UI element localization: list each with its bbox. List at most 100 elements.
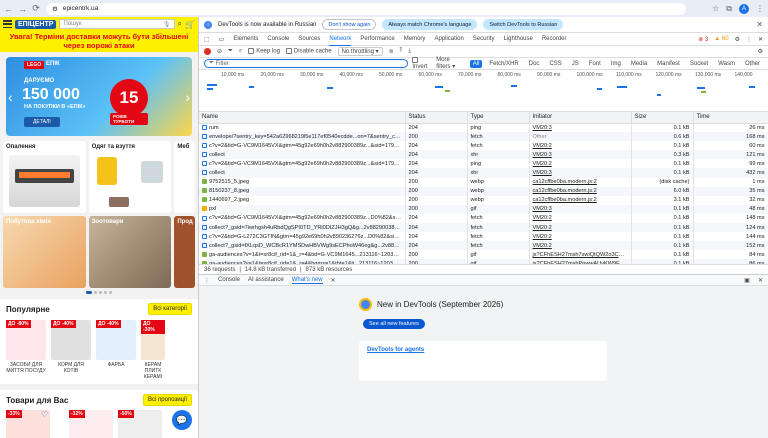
search-icon[interactable]: ⌕ — [178, 19, 182, 29]
table-row[interactable]: envelope/?sentry_key=542a62968219l5e117e… — [199, 132, 768, 142]
dont-show-again-button[interactable]: Don't show again — [322, 19, 377, 30]
request-initiator[interactable]: VM20:2 — [529, 159, 632, 169]
feature-card-link[interactable]: DevTools for agents — [359, 341, 607, 381]
product-card[interactable]: ДО -40% ФАРБА — [96, 320, 136, 380]
table-row[interactable]: 1440697_2.jpeg 200 webp ca12cffbe0ba.modern… — [199, 195, 768, 205]
type-filter-other[interactable]: Other — [742, 60, 763, 68]
tab-recorder[interactable]: Recorder — [542, 36, 567, 42]
type-filter-socket[interactable]: Socket — [687, 60, 711, 68]
site-logo[interactable]: ЕПІЦЕНТР — [15, 19, 57, 29]
record-icon[interactable] — [204, 48, 211, 55]
offer-card[interactable]: -32% — [69, 410, 113, 438]
category-heating[interactable]: Опалення — [3, 141, 86, 213]
tab-memory[interactable]: Memory — [404, 36, 426, 42]
request-initiator[interactable]: js?CFhESH27msh7swiQtQW2o3CZVFudO4i — [529, 250, 632, 260]
request-name[interactable]: 1440697_2.jpeg — [199, 195, 406, 205]
request-name[interactable]: c?v=2&tid=G-VC9M1645VX&gtm=45g92e69h0h2v… — [199, 141, 406, 151]
request-initiator[interactable]: ca12cffbe0ba.modern.js:2 — [529, 195, 632, 205]
request-initiator[interactable]: VM20:2 — [529, 223, 632, 233]
clear-icon[interactable]: ⊘ — [217, 48, 222, 55]
address-bar[interactable]: ⚙ epicentrk.ua — [46, 2, 686, 15]
request-name[interactable]: 8150237_8.jpeg — [199, 186, 406, 196]
forward-icon[interactable]: → — [18, 4, 27, 14]
table-row[interactable]: pxl 200 gif VM20:3 0.1 kB 48 ms — [199, 204, 768, 214]
request-name[interactable]: rum — [199, 123, 406, 133]
column-status[interactable]: Status — [405, 112, 468, 124]
column-name[interactable]: Name — [199, 112, 406, 124]
invert-checkbox[interactable]: Invert — [412, 57, 432, 70]
tab-sources[interactable]: Sources — [298, 36, 320, 42]
error-count[interactable]: ⊗ 3 — [698, 36, 708, 43]
back-icon[interactable]: ← — [4, 4, 13, 14]
table-row[interactable]: c?v=2&tid=G-VC9M1645VX&gtm=45g92e69h0h2v… — [199, 213, 768, 224]
request-name[interactable]: collect?_gsid=7iwrhgsh4uRbdQgSPI0TD_YRl0… — [199, 223, 406, 233]
tab-performance[interactable]: Performance — [360, 36, 394, 42]
close-icon[interactable]: ✕ — [758, 277, 763, 284]
column-size[interactable]: Size — [631, 112, 694, 124]
wifi-icon[interactable]: ≋ — [389, 48, 394, 55]
search-icon[interactable]: ⌕ — [239, 48, 242, 55]
drawer-menu-icon[interactable]: ⋮ — [204, 277, 210, 284]
bookmark-star-icon[interactable]: ☆ — [712, 4, 719, 13]
type-filter-font[interactable]: Font — [586, 60, 604, 68]
request-name[interactable]: collect — [199, 150, 406, 160]
heart-icon[interactable]: ♡ — [41, 410, 48, 419]
more-options-icon[interactable]: ⋮ — [746, 36, 752, 43]
category-furniture[interactable]: Меб — [174, 141, 196, 213]
type-filter-css[interactable]: CSS — [546, 60, 564, 68]
request-initiator[interactable]: VM20:2 — [529, 232, 632, 242]
request-name[interactable]: collect?_gsid=fXLqsD_WCBcR1YMSDwHBVWg9sE… — [199, 241, 406, 251]
promo-banner[interactable]: LEGO ЕПІК ДАРУЄМО 150 000 НА ПОКУПКИ В «… — [6, 57, 192, 136]
request-initiator[interactable]: VM20:2 — [529, 141, 632, 151]
table-row[interactable]: c?v=2&tid=G-VC9M1645VX&gtm=45g92e69h0h2v… — [199, 159, 768, 169]
all-offers-button[interactable]: Всі пропозиції — [143, 394, 192, 406]
device-toggle-icon[interactable]: ▭ — [219, 36, 225, 43]
request-name[interactable]: pxl — [199, 204, 406, 214]
request-initiator[interactable]: VM20:3 — [529, 123, 632, 133]
drawer-tab-whats-new[interactable]: What's new — [291, 277, 323, 284]
table-row[interactable]: rum 204 ping VM20:3 0.1 kB 26 ms — [199, 123, 768, 133]
tab-application[interactable]: Application — [434, 36, 463, 42]
request-name[interactable]: c?v=2&tid=G-VC9M1645VX&gtm=45g92e69h0h2v… — [199, 213, 406, 224]
request-name[interactable]: collect — [199, 168, 406, 178]
settings-icon[interactable]: ⚙ — [758, 48, 763, 55]
table-row[interactable]: c?v=2&tid=G-VC9M1645VX&gtm=45g92e69h0h2v… — [199, 141, 768, 151]
cart-icon[interactable]: 🛒 — [185, 20, 195, 29]
table-row[interactable]: ga-audiences?v=1&t=sr8cif_rid=1&_r=4&tid… — [199, 250, 768, 260]
type-filter-media[interactable]: Media — [628, 60, 650, 68]
table-row[interactable]: 9752515_5.jpeg 200 webp ca12cffbe0ba.modern… — [199, 177, 768, 187]
filter-input[interactable]: ⏷ Filter — [204, 59, 409, 68]
product-card[interactable]: ДО -40% КОРМ ДЛЯ КОТІВ — [51, 320, 91, 380]
table-row[interactable]: 8150237_8.jpeg 200 webp ca12cffbe0ba.modern… — [199, 186, 768, 196]
request-initiator[interactable]: ca12cffbe0ba.modern.js:2 — [529, 186, 632, 196]
menu-icon[interactable]: ⋮ — [756, 4, 764, 13]
column-initiator[interactable]: Initiator — [529, 112, 632, 124]
site-info-icon[interactable]: ⚙ — [52, 5, 58, 13]
extensions-icon[interactable]: ⧉ — [726, 4, 732, 14]
type-filter-all[interactable]: All — [469, 59, 483, 68]
switch-language-button[interactable]: Switch DevTools to Russian — [483, 19, 564, 30]
request-name[interactable]: c?v=2&tid=G-L272C3GTIN&gtm=45g92e69h0h2v… — [199, 232, 406, 242]
warning-count[interactable]: ▲ 60 — [714, 36, 728, 42]
request-initiator[interactable]: VM20:3 — [529, 204, 632, 214]
column-type[interactable]: Type — [467, 112, 530, 124]
request-initiator[interactable]: VM20:3 — [529, 150, 632, 160]
filter-icon[interactable]: ⏷ — [228, 48, 233, 55]
drawer-tab-console[interactable]: Console — [218, 277, 240, 283]
settings-icon[interactable]: ⚙ — [735, 36, 740, 43]
product-card[interactable]: ДО -30% КЕРАМ ПЛИТК КЕРАМІ — [141, 320, 165, 380]
avatar[interactable]: A — [739, 3, 749, 14]
table-row[interactable]: collect?_gsid=fXLqsD_WCBcR1YMSDwHBVWg9sE… — [199, 241, 768, 251]
banner-cta-button[interactable]: ДЕТАЛІ — [24, 117, 60, 127]
export-icon[interactable]: ⤓ — [408, 48, 411, 55]
request-name[interactable]: envelope/?sentry_key=542a62968219l5e117e… — [199, 132, 406, 142]
product-card[interactable]: ДО -80% ЗАСОБИ ДЛЯ МИТТЯ ПОСУДУ — [6, 320, 46, 380]
menu-icon[interactable] — [3, 20, 12, 28]
chevron-left-icon[interactable]: ‹ — [8, 89, 13, 105]
type-filter-manifest[interactable]: Manifest — [654, 60, 683, 68]
drawer-tab-ai-assistance[interactable]: AI assistance — [248, 277, 284, 283]
close-icon[interactable]: ✕ — [331, 277, 336, 284]
tab-network[interactable]: Network — [329, 33, 352, 46]
category-pet-goods[interactable]: Зоотовари — [88, 216, 172, 288]
category-clothing[interactable]: Одяг та взуття — [88, 141, 172, 213]
